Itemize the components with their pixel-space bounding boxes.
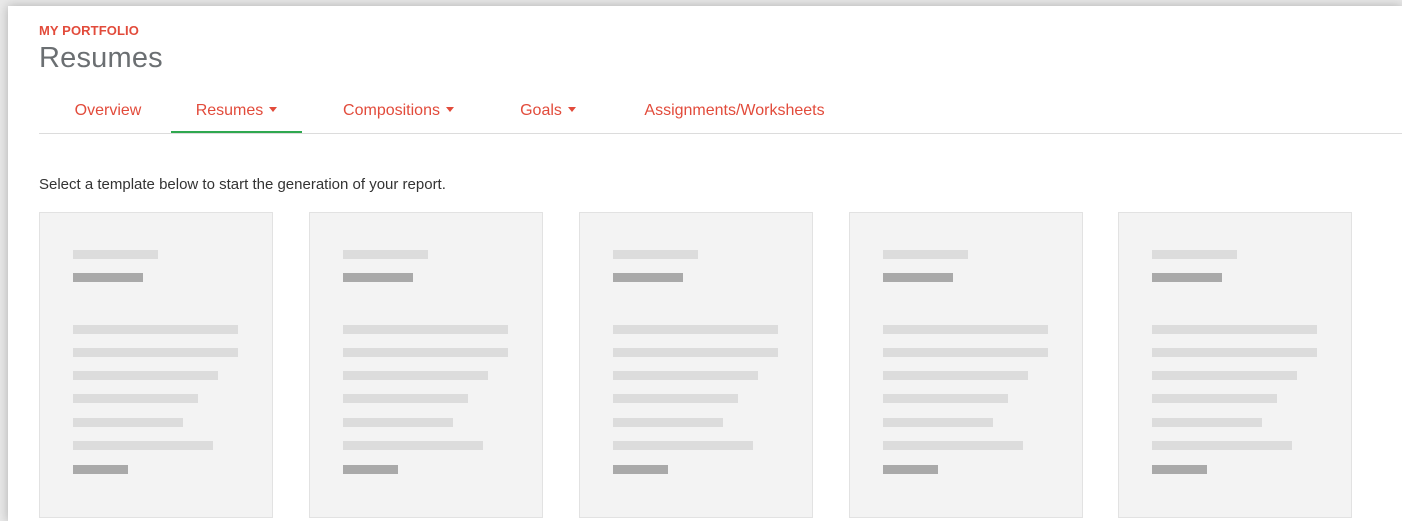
- placeholder-line: [613, 394, 738, 403]
- placeholder-line: [883, 273, 953, 282]
- placeholder-line: [883, 371, 1028, 380]
- placeholder-line: [343, 273, 413, 282]
- template-card-4[interactable]: [849, 212, 1083, 518]
- placeholder-line: [613, 250, 698, 259]
- placeholder-line: [883, 325, 1048, 334]
- tab-assignments-worksheets[interactable]: Assignments/Worksheets: [627, 95, 842, 133]
- placeholder-line: [883, 348, 1048, 357]
- page-title: Resumes: [39, 42, 163, 74]
- tab-label: Resumes: [195, 102, 264, 119]
- placeholder-line: [73, 325, 238, 334]
- placeholder-line: [883, 465, 938, 474]
- placeholder-line: [1152, 348, 1317, 357]
- tab-goals[interactable]: Goals: [513, 95, 583, 133]
- template-card-1[interactable]: [39, 212, 273, 518]
- placeholder-line: [343, 441, 483, 450]
- placeholder-line: [73, 465, 128, 474]
- template-card-2[interactable]: [309, 212, 543, 518]
- portfolio-page: MY PORTFOLIO Resumes Overview Resumes Co…: [8, 6, 1402, 521]
- placeholder-line: [1152, 371, 1297, 380]
- tab-label: Goals: [520, 102, 562, 119]
- placeholder-line: [883, 250, 968, 259]
- placeholder-line: [343, 371, 488, 380]
- placeholder-line: [1152, 273, 1222, 282]
- placeholder-line: [613, 273, 683, 282]
- instruction-text: Select a template below to start the gen…: [39, 176, 446, 193]
- tab-overview[interactable]: Overview: [39, 95, 177, 133]
- placeholder-line: [73, 250, 158, 259]
- placeholder-line: [613, 325, 778, 334]
- placeholder-line: [883, 441, 1023, 450]
- section-eyebrow: MY PORTFOLIO: [39, 23, 139, 38]
- placeholder-line: [1152, 418, 1262, 427]
- tab-label: Compositions: [343, 102, 440, 119]
- placeholder-line: [343, 325, 508, 334]
- placeholder-line: [343, 418, 453, 427]
- placeholder-line: [613, 465, 668, 474]
- placeholder-line: [73, 418, 183, 427]
- placeholder-line: [73, 371, 218, 380]
- placeholder-line: [1152, 394, 1277, 403]
- tab-compositions[interactable]: Compositions: [333, 95, 464, 133]
- placeholder-line: [613, 348, 778, 357]
- placeholder-line: [343, 394, 468, 403]
- tab-label: Assignments/Worksheets: [644, 102, 825, 119]
- caret-down-icon: [269, 107, 278, 113]
- placeholder-line: [73, 348, 238, 357]
- placeholder-line: [1152, 325, 1317, 334]
- placeholder-line: [1152, 441, 1292, 450]
- template-card-3[interactable]: [579, 212, 813, 518]
- placeholder-line: [343, 250, 428, 259]
- tab-bar: Overview Resumes Compositions Goals Assi…: [39, 95, 1402, 134]
- placeholder-line: [1152, 465, 1207, 474]
- placeholder-line: [883, 394, 1008, 403]
- placeholder-line: [613, 441, 753, 450]
- placeholder-line: [1152, 250, 1237, 259]
- caret-down-icon: [567, 107, 576, 113]
- tab-label: Overview: [74, 102, 142, 119]
- tab-resumes[interactable]: Resumes: [171, 95, 302, 133]
- placeholder-line: [613, 418, 723, 427]
- placeholder-line: [613, 371, 758, 380]
- placeholder-line: [73, 273, 143, 282]
- template-card-5[interactable]: [1118, 212, 1352, 518]
- placeholder-line: [343, 348, 508, 357]
- placeholder-line: [343, 465, 398, 474]
- placeholder-line: [883, 418, 993, 427]
- caret-down-icon: [445, 107, 454, 113]
- placeholder-line: [73, 441, 213, 450]
- placeholder-line: [73, 394, 198, 403]
